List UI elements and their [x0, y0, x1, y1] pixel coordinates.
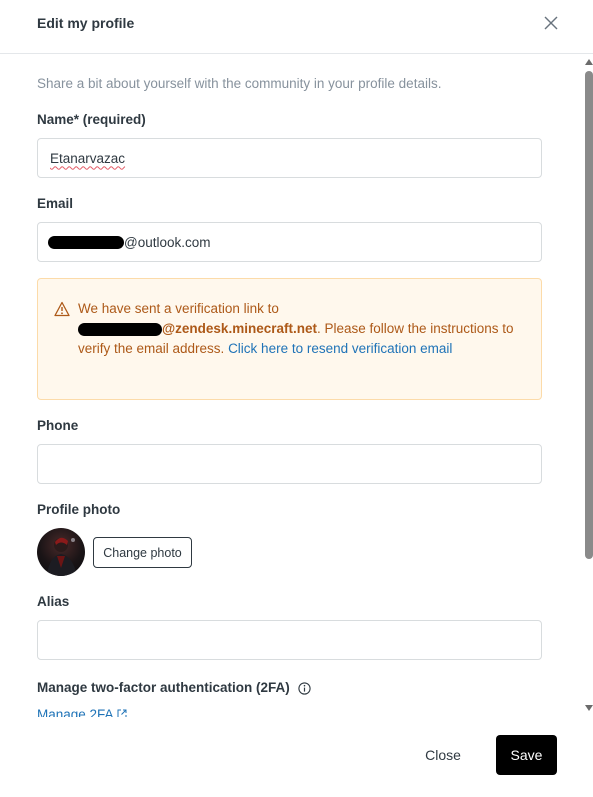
avatar — [37, 528, 85, 576]
info-icon[interactable] — [298, 682, 311, 695]
verification-alert: We have sent a verification link to @zen… — [37, 278, 542, 400]
modal-title: Edit my profile — [37, 15, 135, 31]
email-label: Email — [37, 196, 74, 211]
save-button[interactable]: Save — [496, 735, 557, 775]
phone-label: Phone — [37, 418, 79, 433]
modal-body: Share a bit about yourself with the comm… — [0, 55, 593, 717]
alert-redaction — [78, 322, 162, 336]
intro-text: Share a bit about yourself with the comm… — [37, 76, 442, 91]
change-photo-button[interactable]: Change photo — [93, 537, 192, 568]
scroll-down-arrow-icon[interactable] — [585, 705, 593, 711]
alias-label: Alias — [37, 594, 70, 609]
close-icon[interactable] — [541, 13, 561, 33]
email-input[interactable]: @outlook.com — [37, 222, 542, 262]
scrollbar[interactable] — [582, 55, 593, 717]
email-value-suffix: @outlook.com — [124, 234, 211, 250]
scroll-up-arrow-icon[interactable] — [585, 59, 593, 65]
manage-2fa-label: Manage 2FA — [37, 707, 113, 717]
phone-input[interactable] — [37, 444, 542, 484]
alert-text: We have sent a verification link to @zen… — [78, 299, 528, 359]
close-button[interactable]: Close — [412, 735, 474, 775]
alert-line1: We have sent a verification link to — [78, 301, 279, 316]
alert-domain: @zendesk.minecraft.net — [162, 321, 317, 336]
name-value: Etanarvazac — [50, 150, 126, 166]
email-redaction — [48, 235, 124, 249]
resend-verification-link[interactable]: Click here to resend verification email — [228, 341, 452, 356]
scroll-thumb[interactable] — [585, 71, 593, 559]
profile-photo-label: Profile photo — [37, 502, 121, 517]
modal-footer: Close Save — [0, 717, 593, 797]
name-input[interactable]: Etanarvazac — [37, 138, 542, 178]
modal-header: Edit my profile — [0, 0, 593, 54]
manage-2fa-link[interactable]: Manage 2FA — [37, 707, 127, 717]
alias-input[interactable] — [37, 620, 542, 660]
two-fa-label: Manage two-factor authentication (2FA) — [37, 680, 290, 695]
warning-icon — [54, 301, 70, 317]
name-label: Name* (required) — [37, 112, 146, 127]
external-link-icon — [117, 709, 127, 717]
